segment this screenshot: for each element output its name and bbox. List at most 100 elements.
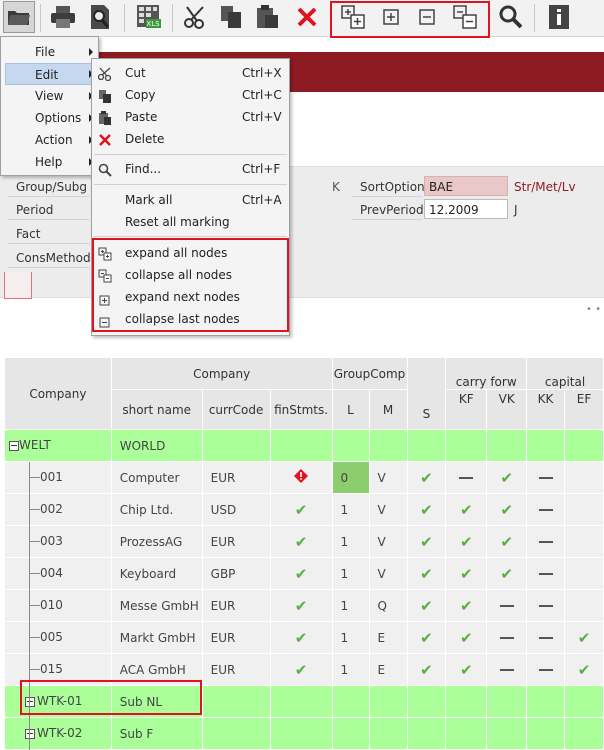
ef-cell[interactable] — [564, 461, 604, 494]
menu-item-paste[interactable]: Paste Ctrl+V — [92, 106, 289, 128]
expand-next-icon[interactable] — [376, 2, 406, 32]
table-row[interactable]: 001 Computer EUR 0 V ✔ ✔ — [4, 461, 604, 494]
fin-cell[interactable]: ✔ — [269, 557, 333, 590]
curr-cell[interactable] — [201, 685, 271, 718]
curr-cell[interactable]: EUR — [201, 653, 271, 686]
collapse-last-icon[interactable] — [412, 2, 442, 32]
l-cell[interactable]: 1 — [331, 493, 370, 526]
l-cell[interactable]: 0 — [331, 461, 370, 494]
kf-cell[interactable]: ✔ — [445, 653, 488, 686]
ef-cell[interactable] — [564, 589, 604, 622]
company-cell[interactable]: 003 — [4, 525, 112, 558]
ef-cell[interactable] — [564, 685, 604, 718]
vk-cell[interactable] — [486, 429, 528, 462]
company-cell[interactable]: WELT — [4, 429, 112, 462]
curr-cell[interactable] — [201, 717, 271, 750]
short-name-cell[interactable]: Keyboard — [110, 557, 203, 590]
kk-cell[interactable] — [526, 621, 565, 654]
l-cell[interactable] — [331, 685, 370, 718]
menu-item-mark-all[interactable]: Mark all Ctrl+A — [92, 189, 289, 211]
m-cell[interactable]: V — [368, 461, 408, 494]
ef-cell[interactable] — [564, 717, 604, 750]
table-row[interactable]: WTK-02 Sub F — [4, 717, 604, 750]
company-cell[interactable]: 002 — [4, 493, 112, 526]
ef-cell[interactable] — [564, 493, 604, 526]
table-row[interactable]: 010 Messe GmbH EUR ✔ 1 Q ✔ ✔ — [4, 589, 604, 622]
s-cell[interactable] — [406, 429, 447, 462]
fin-cell[interactable]: ✔ — [269, 653, 333, 686]
s-cell[interactable]: ✔ — [406, 621, 447, 654]
menu-help[interactable]: Help — [1, 151, 98, 173]
header-fin-stmts[interactable]: finStmts. — [269, 389, 333, 430]
collapse-all-icon[interactable] — [450, 2, 480, 32]
fin-cell[interactable]: ✔ — [269, 589, 333, 622]
s-cell[interactable]: ✔ — [406, 525, 447, 558]
print-icon[interactable] — [48, 2, 78, 32]
vk-cell[interactable] — [486, 717, 528, 750]
short-name-cell[interactable]: Messe GmbH — [110, 589, 203, 622]
excel-export-icon[interactable]: XLS — [134, 2, 164, 32]
menu-action[interactable]: Action — [1, 129, 98, 151]
m-cell[interactable]: E — [368, 621, 408, 654]
kk-cell[interactable] — [526, 557, 565, 590]
short-name-cell[interactable]: WORLD — [110, 429, 203, 462]
short-name-cell[interactable]: Sub F — [110, 717, 203, 750]
menu-file[interactable]: File — [1, 41, 98, 63]
vk-cell[interactable] — [486, 621, 528, 654]
header-m[interactable]: M — [368, 389, 408, 430]
expand-all-icon[interactable] — [338, 2, 368, 32]
expand-node-icon[interactable] — [25, 729, 35, 739]
curr-cell[interactable]: USD — [201, 493, 271, 526]
vk-cell[interactable] — [486, 589, 528, 622]
kk-cell[interactable] — [526, 717, 565, 750]
s-cell[interactable] — [406, 685, 447, 718]
short-name-cell[interactable]: Markt GmbH — [110, 621, 203, 654]
menu-item-cut[interactable]: Cut Ctrl+X — [92, 62, 289, 84]
company-cell[interactable]: 001 — [4, 461, 112, 494]
curr-cell[interactable]: EUR — [201, 621, 271, 654]
paste-icon[interactable] — [252, 2, 282, 32]
ef-cell[interactable]: ✔ — [564, 653, 604, 686]
kf-cell[interactable]: ✔ — [445, 525, 488, 558]
header-kk[interactable]: KK — [526, 389, 565, 430]
kf-cell[interactable] — [445, 429, 488, 462]
table-row[interactable]: WELT WORLD — [4, 429, 604, 462]
fin-cell[interactable]: ✔ — [269, 493, 333, 526]
fin-cell[interactable] — [269, 461, 333, 494]
header-ef[interactable]: EF — [564, 389, 604, 430]
vk-cell[interactable]: ✔ — [486, 493, 528, 526]
vk-cell[interactable]: ✔ — [486, 557, 528, 590]
s-cell[interactable]: ✔ — [406, 557, 447, 590]
table-row[interactable]: 005 Markt GmbH EUR ✔ 1 E ✔ ✔ ✔ — [4, 621, 604, 654]
short-name-cell[interactable]: ProzessAG — [110, 525, 203, 558]
fin-cell[interactable]: ✔ — [269, 525, 333, 558]
l-cell[interactable]: 1 — [331, 557, 370, 590]
m-cell[interactable]: V — [368, 557, 408, 590]
resize-handle[interactable]: • • — [586, 305, 602, 315]
kk-cell[interactable] — [526, 685, 565, 718]
kk-cell[interactable] — [526, 429, 565, 462]
m-cell[interactable] — [368, 717, 408, 750]
m-cell[interactable]: V — [368, 525, 408, 558]
header-curr-code[interactable]: currCode — [201, 389, 271, 430]
short-name-cell[interactable]: Computer — [110, 461, 203, 494]
kf-cell[interactable]: ✔ — [445, 557, 488, 590]
copy-icon[interactable] — [216, 2, 246, 32]
delete-icon[interactable] — [292, 2, 322, 32]
curr-cell[interactable]: EUR — [201, 461, 271, 494]
l-cell[interactable]: 1 — [331, 589, 370, 622]
menu-item-delete[interactable]: Delete — [92, 128, 289, 150]
header-vk[interactable]: VK — [486, 389, 528, 430]
info-icon[interactable] — [544, 2, 574, 32]
kf-cell[interactable] — [445, 717, 488, 750]
s-cell[interactable]: ✔ — [406, 461, 447, 494]
ef-cell[interactable]: ✔ — [564, 621, 604, 654]
l-cell[interactable] — [331, 717, 370, 750]
company-cell[interactable]: WTK-02 — [4, 717, 112, 750]
table-row[interactable]: 004 Keyboard GBP ✔ 1 V ✔ ✔ ✔ — [4, 557, 604, 590]
open-icon[interactable] — [3, 1, 35, 33]
kk-cell[interactable] — [526, 589, 565, 622]
fin-cell[interactable] — [269, 717, 333, 750]
kk-cell[interactable] — [526, 653, 565, 686]
l-cell[interactable]: 1 — [331, 525, 370, 558]
